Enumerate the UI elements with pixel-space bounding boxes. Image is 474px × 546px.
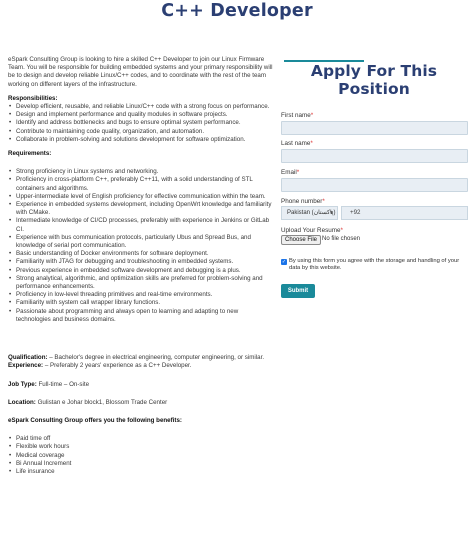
experience-value: – Preferably 2 years' experience as a C+… xyxy=(43,362,192,370)
last-name-field[interactable] xyxy=(281,149,468,163)
email-field[interactable] xyxy=(281,178,468,192)
responsibilities-list: Develop efficient, reusable, and reliabl… xyxy=(8,103,274,144)
consent-text: By using this form you agree with the st… xyxy=(289,258,460,272)
list-item: Design and implement performance and qua… xyxy=(8,111,274,119)
location-value: Gulistan e Johar block1, Blossom Trade C… xyxy=(35,398,168,406)
file-status: No file chosen xyxy=(322,236,361,242)
list-item: Experience with bus communication protoc… xyxy=(8,234,274,250)
list-item: Develop efficient, reusable, and reliabl… xyxy=(8,103,274,111)
list-item: Familiarity with JTAG for debugging and … xyxy=(8,258,274,266)
qualification-line: Qualification: – Bachelor's degree in el… xyxy=(8,354,274,362)
list-item: Basic understanding of Docker environmen… xyxy=(8,250,274,258)
qualification-label: Qualification: xyxy=(8,354,48,362)
list-item: Identify and address bottlenecks and bug… xyxy=(8,119,274,127)
phone-label: Phone number* xyxy=(281,198,325,205)
first-name-field[interactable] xyxy=(281,121,468,135)
list-item: Proficiency in low-level threading primi… xyxy=(8,291,274,299)
list-item: Passionate about programming and always … xyxy=(8,308,274,324)
job-type-line: Job Type: Full-time – On-site xyxy=(8,381,274,389)
consent-checkbox[interactable]: ✓ xyxy=(281,259,287,265)
benefits-list: Paid time off Flexible work hours Medica… xyxy=(8,435,274,476)
list-item: Medical coverage xyxy=(8,452,274,460)
list-item: Upper-intermediate level of English prof… xyxy=(8,193,274,201)
responsibilities-heading: Responsibilities: xyxy=(8,94,58,102)
list-item: Contribute to maintaining code quality, … xyxy=(8,128,274,136)
job-type-value: Full-time – On-site xyxy=(36,380,90,388)
list-item: Experience in embedded systems developme… xyxy=(8,201,274,217)
job-intro: eSpark Consulting Group is looking to hi… xyxy=(8,56,273,88)
phone-country-select[interactable]: Pakistan (پاکستان) ▼ xyxy=(281,206,338,220)
list-item: Flexible work hours xyxy=(8,443,274,451)
requirements-heading: Requirements: xyxy=(8,150,52,158)
list-item: Paid time off xyxy=(8,435,274,443)
list-item: Familiarity with system call wrapper lib… xyxy=(8,299,274,307)
list-item: Proficiency in cross-platform C++, prefe… xyxy=(8,176,274,192)
list-item: Bi Annual Increment xyxy=(8,460,274,468)
requirements-list: Strong proficiency in Linux systems and … xyxy=(8,168,274,324)
submit-button[interactable]: Submit xyxy=(281,284,315,298)
list-item: Strong proficiency in Linux systems and … xyxy=(8,168,274,176)
first-name-label: First name* xyxy=(281,112,314,119)
page-title: C++ Developer xyxy=(161,1,313,21)
consent-row: ✓ By using this form you agree with the … xyxy=(281,258,469,273)
phone-number-field[interactable]: +92 xyxy=(341,206,468,220)
list-item: Intermediate knowledge of CI/CD processe… xyxy=(8,217,274,233)
email-label: Email* xyxy=(281,169,300,176)
benefits-heading: eSpark Consulting Group offers you the f… xyxy=(8,416,182,424)
location-label: Location: xyxy=(8,398,36,406)
list-item: Strong analytical, algorithmic, and opti… xyxy=(8,275,274,291)
job-type-label: Job Type: xyxy=(8,380,37,388)
chevron-down-icon: ▼ xyxy=(329,210,334,216)
list-item: Collaborate in problem-solving and solut… xyxy=(8,136,274,144)
form-title: Apply For This Position xyxy=(310,62,438,98)
list-item: Life insurance xyxy=(8,468,274,476)
choose-file-button[interactable]: Choose File xyxy=(281,235,322,245)
job-description: eSpark Consulting Group is looking to hi… xyxy=(8,56,274,476)
last-name-label: Last name* xyxy=(281,140,313,147)
experience-label: Experience: xyxy=(8,362,44,370)
list-item: Previous experience in embedded software… xyxy=(8,267,274,275)
location-line: Location: Gulistan e Johar block1, Bloss… xyxy=(8,399,274,407)
qualification-value: – Bachelor's degree in electrical engine… xyxy=(47,354,265,362)
resume-label: Upload Your Resume* xyxy=(281,227,343,234)
experience-line: Experience: – Preferably 2 years' experi… xyxy=(8,362,274,370)
